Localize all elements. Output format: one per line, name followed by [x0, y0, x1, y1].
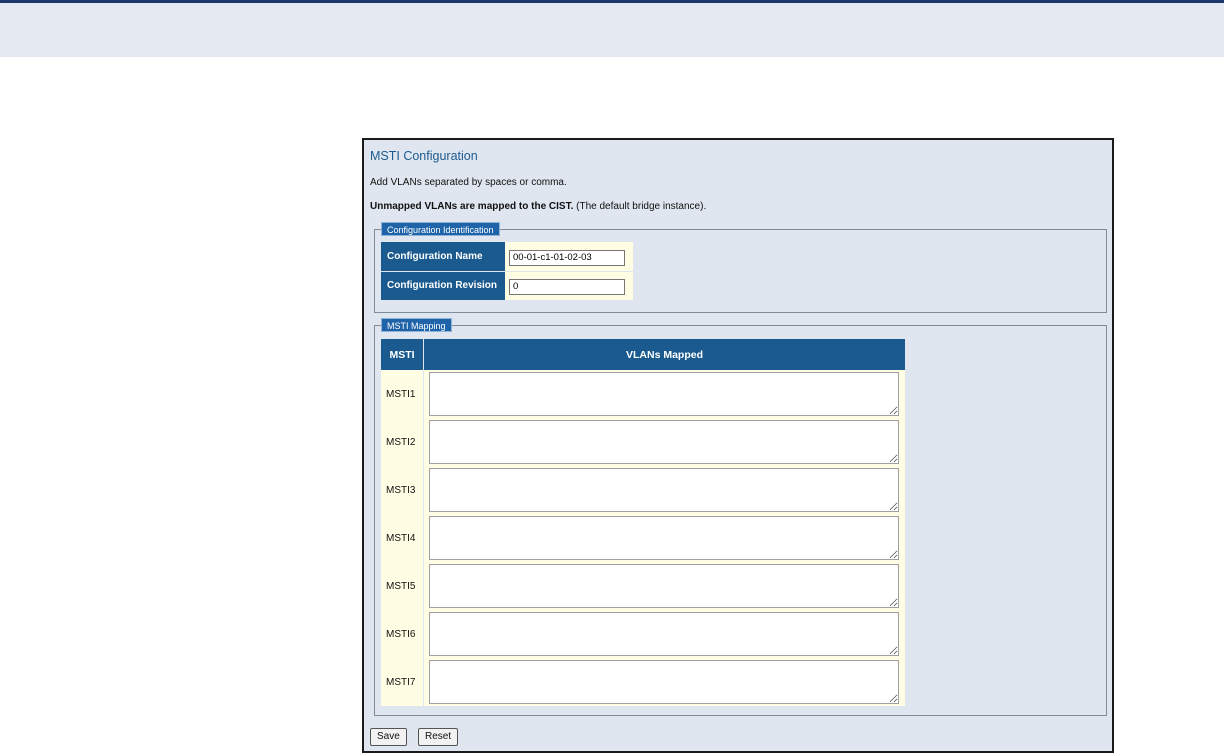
config-name-row: Configuration Name	[381, 242, 633, 272]
msti-label: MSTI5	[381, 562, 424, 610]
config-revision-row: Configuration Revision	[381, 271, 633, 301]
msti-label: MSTI3	[381, 466, 424, 514]
mapping-header-row: MSTI VLANs Mapped	[381, 339, 905, 370]
config-identification-table: Configuration Name Configuration Revisio…	[381, 242, 633, 301]
vlan-cell	[423, 610, 905, 658]
save-button[interactable]: Save	[370, 728, 407, 746]
msti-mapping-legend: MSTI Mapping	[381, 318, 452, 332]
vlan-cell	[423, 466, 905, 514]
vlan-cell	[423, 418, 905, 466]
unmapped-note-bold: Unmapped VLANs are mapped to the CIST.	[370, 201, 574, 212]
config-revision-label: Configuration Revision	[381, 271, 505, 301]
config-revision-cell	[505, 271, 633, 301]
instruction-text: Add VLANs separated by spaces or comma.	[370, 177, 567, 188]
msti-label: MSTI4	[381, 514, 424, 562]
vlan-cell	[423, 514, 905, 562]
table-row: MSTI5	[381, 562, 905, 610]
msti-label: MSTI1	[381, 370, 424, 418]
config-revision-input[interactable]	[509, 278, 625, 295]
page-title: MSTI Configuration	[370, 149, 478, 163]
unmapped-note: Unmapped VLANs are mapped to the CIST. (…	[370, 201, 706, 212]
config-name-cell	[505, 242, 633, 272]
msti-mapping-group: MSTI Mapping MSTI VLANs Mapped MSTI1 MST…	[374, 318, 1107, 716]
reset-button[interactable]: Reset	[418, 728, 459, 746]
table-row: MSTI4	[381, 514, 905, 562]
config-identification-legend: Configuration Identification	[381, 222, 500, 236]
vlans-mapped-input[interactable]	[429, 564, 899, 608]
msti-label: MSTI7	[381, 658, 424, 706]
vlans-mapped-input[interactable]	[429, 468, 899, 512]
table-row: MSTI6	[381, 610, 905, 658]
top-banner	[0, 0, 1224, 57]
config-name-input[interactable]	[509, 249, 625, 266]
vlan-cell	[423, 562, 905, 610]
vlans-mapped-input[interactable]	[429, 372, 899, 416]
unmapped-note-detail: (The default bridge instance).	[573, 201, 707, 212]
msti-config-panel: MSTI Configuration Add VLANs separated b…	[362, 138, 1114, 753]
vlan-cell	[423, 658, 905, 706]
config-identification-group: Configuration Identification Configurati…	[374, 222, 1107, 313]
msti-label: MSTI2	[381, 418, 424, 466]
vlan-cell	[423, 370, 905, 418]
col-header-vlans: VLANs Mapped	[423, 339, 905, 370]
vlans-mapped-input[interactable]	[429, 612, 899, 656]
table-row: MSTI7	[381, 658, 905, 706]
msti-mapping-table: MSTI VLANs Mapped MSTI1 MSTI2 MSTI3 MSTI…	[381, 339, 905, 706]
table-row: MSTI1	[381, 370, 905, 418]
msti-label: MSTI6	[381, 610, 424, 658]
vlans-mapped-input[interactable]	[429, 516, 899, 560]
vlans-mapped-input[interactable]	[429, 660, 899, 704]
config-name-label: Configuration Name	[381, 242, 505, 272]
table-row: MSTI3	[381, 466, 905, 514]
vlans-mapped-input[interactable]	[429, 420, 899, 464]
table-row: MSTI2	[381, 418, 905, 466]
col-header-msti: MSTI	[381, 339, 424, 370]
